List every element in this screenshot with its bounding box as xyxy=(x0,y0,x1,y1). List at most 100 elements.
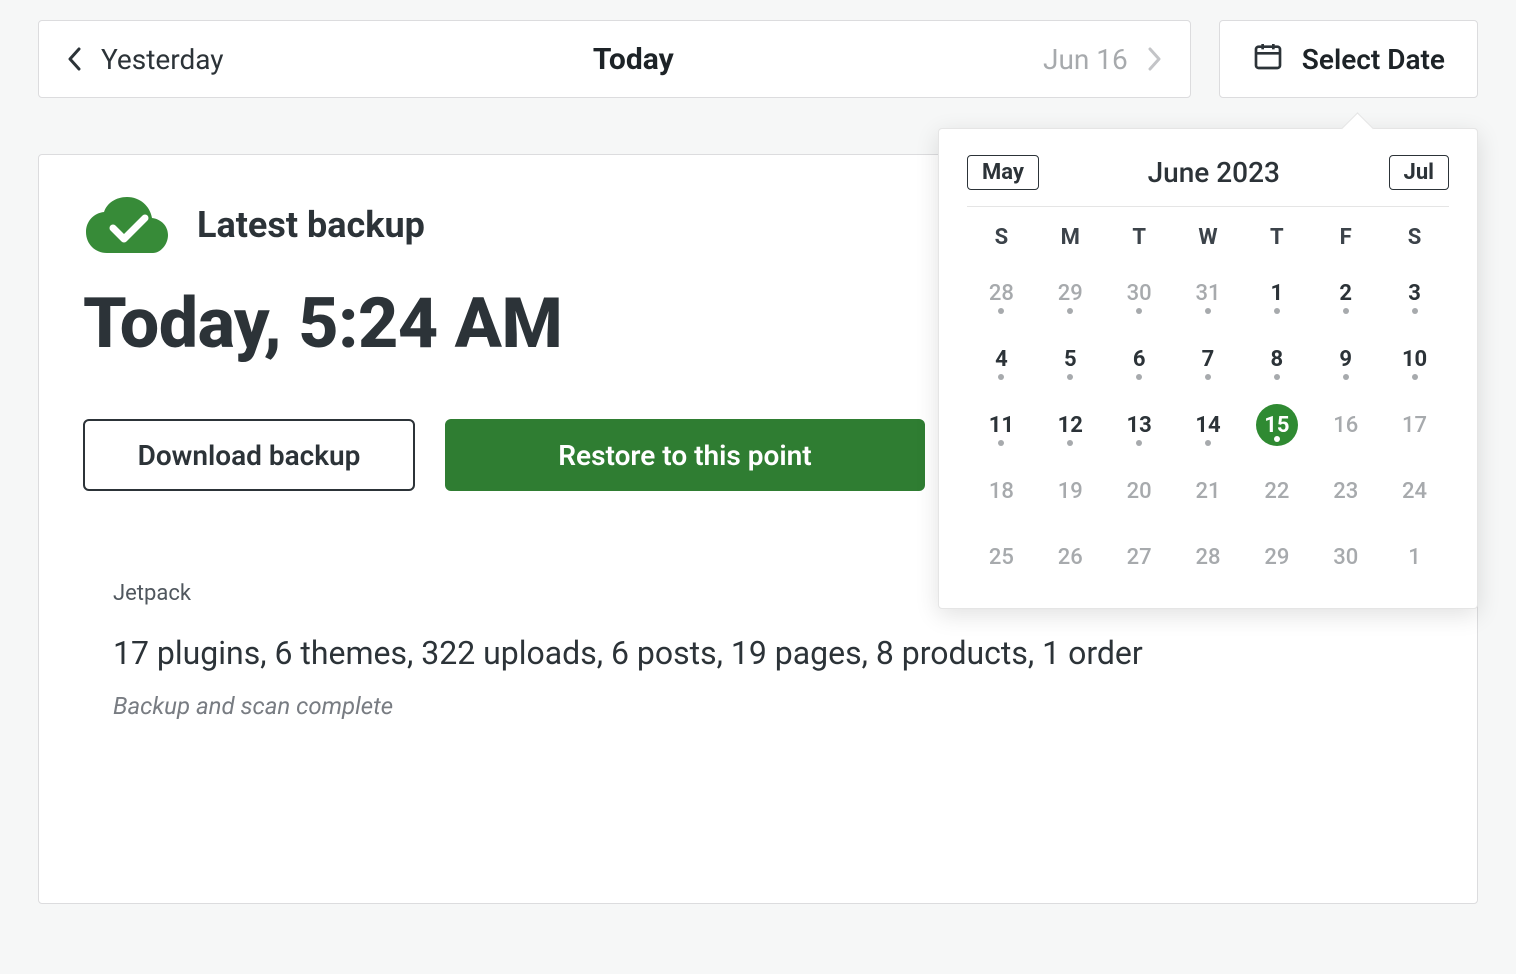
calendar-day: 26 xyxy=(1036,534,1105,580)
select-date-label: Select Date xyxy=(1302,43,1445,76)
calendar-day[interactable]: 4 xyxy=(967,336,1036,382)
calendar-day: 28 xyxy=(1174,534,1243,580)
date-range-bar: Yesterday Today Jun 16 xyxy=(38,20,1191,98)
calendar-day: 31 xyxy=(1174,270,1243,316)
calendar-dow: M xyxy=(1036,225,1105,250)
calendar-day: 27 xyxy=(1105,534,1174,580)
cloud-check-icon xyxy=(83,195,171,255)
calendar-day[interactable]: 7 xyxy=(1174,336,1243,382)
calendar-day-dot xyxy=(1136,374,1142,380)
calendar-day[interactable]: 9 xyxy=(1311,336,1380,382)
chevron-left-icon xyxy=(65,45,83,73)
calendar-day-dot xyxy=(1205,440,1211,446)
calendar-day: 23 xyxy=(1311,468,1380,514)
calendar-day: 29 xyxy=(1036,270,1105,316)
next-day-label: Jun 16 xyxy=(1043,43,1128,76)
calendar-day-dot xyxy=(998,308,1004,314)
calendar-day-dot xyxy=(1412,308,1418,314)
calendar-day[interactable]: 3 xyxy=(1380,270,1449,316)
latest-backup-label: Latest backup xyxy=(197,204,425,246)
date-picker-popover: May June 2023 Jul SMTWTFS282930311234567… xyxy=(938,128,1478,609)
calendar-day: 30 xyxy=(1311,534,1380,580)
calendar-day-number: 23 xyxy=(1325,470,1367,512)
calendar-day-number: 25 xyxy=(980,536,1022,578)
calendar-day-number: 27 xyxy=(1118,536,1160,578)
calendar-day[interactable]: 11 xyxy=(967,402,1036,448)
calendar-dow: S xyxy=(967,225,1036,250)
calendar-day-dot xyxy=(1412,374,1418,380)
calendar-day-number: 24 xyxy=(1394,470,1436,512)
calendar-grid: SMTWTFS282930311234567891011121314151617… xyxy=(967,225,1449,580)
calendar-dow: T xyxy=(1242,225,1311,250)
calendar-day-dot xyxy=(1274,436,1280,442)
calendar-day-number: 17 xyxy=(1394,404,1436,446)
calendar-day[interactable]: 12 xyxy=(1036,402,1105,448)
calendar-day-number: 22 xyxy=(1256,470,1298,512)
calendar-day-number: 28 xyxy=(1187,536,1229,578)
calendar-day[interactable]: 1 xyxy=(1242,270,1311,316)
calendar-day-dot xyxy=(998,440,1004,446)
calendar-day[interactable]: 10 xyxy=(1380,336,1449,382)
calendar-day-number: 26 xyxy=(1049,536,1091,578)
calendar-dow: F xyxy=(1311,225,1380,250)
next-month-button[interactable]: Jul xyxy=(1389,155,1449,190)
calendar-dow: W xyxy=(1174,225,1243,250)
select-date-button[interactable]: Select Date xyxy=(1219,20,1478,98)
calendar-day-number: 30 xyxy=(1325,536,1367,578)
calendar-day-dot xyxy=(998,374,1004,380)
calendar-day-dot xyxy=(1205,308,1211,314)
calendar-day: 30 xyxy=(1105,270,1174,316)
prev-day-button[interactable]: Yesterday xyxy=(65,43,224,76)
calendar-day[interactable]: 6 xyxy=(1105,336,1174,382)
calendar-day[interactable]: 15 xyxy=(1242,402,1311,448)
calendar-day[interactable]: 13 xyxy=(1105,402,1174,448)
calendar-day: 21 xyxy=(1174,468,1243,514)
calendar-day-number: 20 xyxy=(1118,470,1160,512)
calendar-day-dot xyxy=(1343,308,1349,314)
restore-button[interactable]: Restore to this point xyxy=(445,419,925,491)
calendar-day: 1 xyxy=(1380,534,1449,580)
calendar-day: 16 xyxy=(1311,402,1380,448)
calendar-day: 28 xyxy=(967,270,1036,316)
backup-summary: 17 plugins, 6 themes, 322 uploads, 6 pos… xyxy=(113,634,1433,672)
calendar-day-dot xyxy=(1067,308,1073,314)
calendar-day[interactable]: 5 xyxy=(1036,336,1105,382)
calendar-day: 18 xyxy=(967,468,1036,514)
calendar-dow: T xyxy=(1105,225,1174,250)
calendar-day: 25 xyxy=(967,534,1036,580)
calendar-day-dot xyxy=(1136,440,1142,446)
backup-status: Backup and scan complete xyxy=(113,692,1433,720)
prev-month-button[interactable]: May xyxy=(967,155,1039,190)
next-day-button: Jun 16 xyxy=(1043,43,1164,76)
calendar-day-number: 1 xyxy=(1394,536,1436,578)
calendar-day-number: 16 xyxy=(1325,404,1367,446)
date-navbar: Yesterday Today Jun 16 Select Date xyxy=(38,20,1478,98)
calendar-day-dot xyxy=(1136,308,1142,314)
calendar-day: 22 xyxy=(1242,468,1311,514)
download-backup-button[interactable]: Download backup xyxy=(83,419,415,491)
calendar-day-number: 21 xyxy=(1187,470,1229,512)
calendar-day-dot xyxy=(1205,374,1211,380)
calendar-month-title: June 2023 xyxy=(1148,156,1280,189)
prev-day-label: Yesterday xyxy=(101,43,224,76)
calendar-day-dot xyxy=(1067,440,1073,446)
calendar-day[interactable]: 14 xyxy=(1174,402,1243,448)
calendar-day: 24 xyxy=(1380,468,1449,514)
chevron-right-icon xyxy=(1146,45,1164,73)
calendar-day-number: 18 xyxy=(980,470,1022,512)
calendar-day: 19 xyxy=(1036,468,1105,514)
calendar-day-dot xyxy=(1067,374,1073,380)
calendar-day: 29 xyxy=(1242,534,1311,580)
calendar-day-dot xyxy=(1274,374,1280,380)
current-day-label: Today xyxy=(593,42,674,77)
calendar-day[interactable]: 8 xyxy=(1242,336,1311,382)
calendar-day: 17 xyxy=(1380,402,1449,448)
calendar-day-number: 29 xyxy=(1256,536,1298,578)
calendar-day-dot xyxy=(1343,374,1349,380)
calendar-day[interactable]: 2 xyxy=(1311,270,1380,316)
calendar-day: 20 xyxy=(1105,468,1174,514)
calendar-day-number: 19 xyxy=(1049,470,1091,512)
calendar-day-dot xyxy=(1274,308,1280,314)
calendar-icon xyxy=(1252,40,1284,79)
calendar-dow: S xyxy=(1380,225,1449,250)
